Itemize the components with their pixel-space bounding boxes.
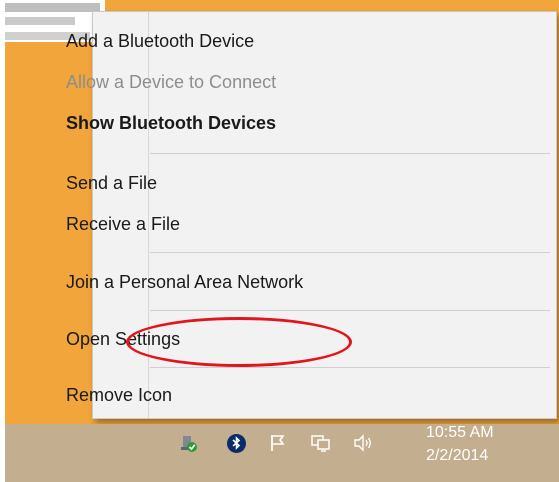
menu-separator	[150, 310, 550, 311]
display-icon[interactable]	[310, 432, 332, 454]
screen: Add a Bluetooth Device Allow a Device to…	[0, 0, 559, 482]
menu-item-allow-device-to-connect[interactable]: Allow a Device to Connect	[58, 64, 453, 100]
network-icon[interactable]	[178, 432, 200, 454]
menu-item-remove-icon[interactable]: Remove Icon	[58, 377, 453, 413]
menu-separator	[150, 367, 550, 368]
menu-item-open-settings[interactable]: Open Settings	[58, 321, 453, 357]
menu-item-join-personal-area-network[interactable]: Join a Personal Area Network	[58, 264, 453, 300]
menu-item-send-file[interactable]: Send a File	[58, 165, 453, 201]
clock-time: 10:55 AM	[426, 424, 494, 441]
menu-item-add-bluetooth-device[interactable]: Add a Bluetooth Device	[58, 23, 453, 59]
clock-date: 2/2/2014	[426, 447, 489, 465]
background-text-line	[5, 3, 100, 12]
volume-icon[interactable]	[352, 432, 374, 454]
menu-separator	[150, 252, 550, 253]
menu-separator	[150, 153, 550, 154]
bluetooth-icon[interactable]	[225, 432, 247, 454]
menu-item-receive-file[interactable]: Receive a File	[58, 206, 453, 242]
action-center-flag-icon[interactable]	[267, 432, 289, 454]
system-clock[interactable]: 10:55 AM 2/2/2014	[426, 421, 536, 467]
menu-item-show-bluetooth-devices[interactable]: Show Bluetooth Devices	[58, 105, 453, 141]
